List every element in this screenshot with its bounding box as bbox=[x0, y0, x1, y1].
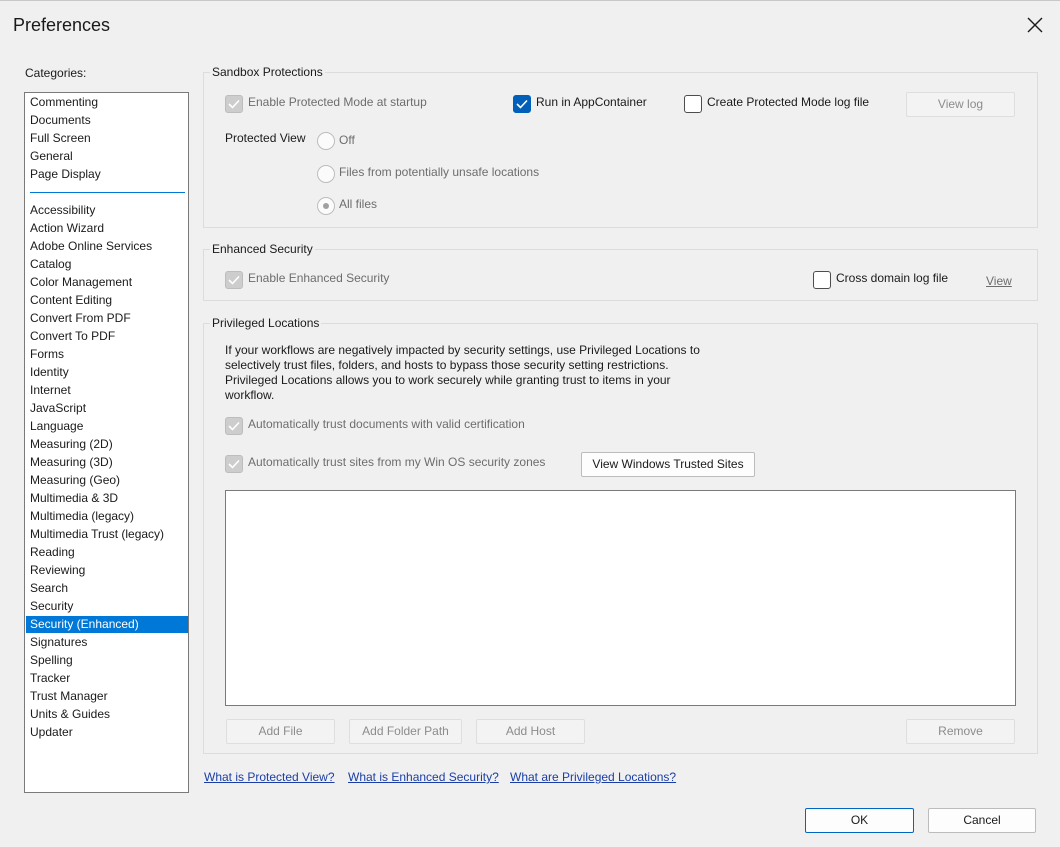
category-item[interactable]: Updater bbox=[26, 724, 188, 741]
privileged-description: If your workflows are negatively impacte… bbox=[225, 343, 705, 403]
checkmark-icon bbox=[228, 275, 240, 285]
category-item[interactable]: Accessibility bbox=[26, 202, 188, 219]
description-line: workflow. bbox=[225, 388, 275, 402]
categories-separator bbox=[30, 192, 185, 193]
category-item[interactable]: Measuring (2D) bbox=[26, 436, 188, 453]
add-folder-path-button[interactable]: Add Folder Path bbox=[349, 719, 462, 744]
cross-domain-log-label: Cross domain log file bbox=[836, 271, 949, 285]
category-item[interactable]: Tracker bbox=[26, 670, 188, 687]
category-item[interactable]: Convert To PDF bbox=[26, 328, 188, 345]
category-item[interactable]: Units & Guides bbox=[26, 706, 188, 723]
category-item[interactable]: Reading bbox=[26, 544, 188, 561]
enhanced-security-label: Enable Enhanced Security bbox=[248, 271, 390, 285]
ok-button[interactable]: OK bbox=[805, 808, 914, 833]
radio-unsafe-locations[interactable] bbox=[317, 165, 335, 183]
radio-all-files[interactable] bbox=[317, 197, 335, 215]
close-icon bbox=[1027, 17, 1043, 33]
trust-os-zones-label: Automatically trust sites from my Win OS… bbox=[248, 455, 546, 469]
dialog-title: Preferences bbox=[13, 15, 111, 35]
category-item[interactable]: Signatures bbox=[26, 634, 188, 651]
category-item[interactable]: Internet bbox=[26, 382, 188, 399]
category-item[interactable]: Multimedia (legacy) bbox=[26, 508, 188, 525]
category-item[interactable]: Multimedia & 3D bbox=[26, 490, 188, 507]
category-item[interactable]: Catalog bbox=[26, 256, 188, 273]
category-item[interactable]: JavaScript bbox=[26, 400, 188, 417]
category-item[interactable]: Content Editing bbox=[26, 292, 188, 309]
checkmark-icon bbox=[228, 459, 240, 469]
privileged-locations-list[interactable] bbox=[225, 490, 1016, 706]
category-item[interactable]: Multimedia Trust (legacy) bbox=[26, 526, 188, 543]
category-item[interactable]: Action Wizard bbox=[26, 220, 188, 237]
enhanced-security-title: Enhanced Security bbox=[210, 242, 315, 256]
view-log-button[interactable]: View log bbox=[906, 92, 1015, 117]
checkmark-icon bbox=[516, 99, 528, 109]
description-line: If your workflows are negatively impacte… bbox=[225, 343, 700, 357]
category-item[interactable]: Trust Manager bbox=[26, 688, 188, 705]
what-are-privileged-locations-link[interactable]: What are Privileged Locations? bbox=[510, 770, 676, 784]
category-item[interactable]: Full Screen bbox=[26, 130, 188, 147]
remove-button[interactable]: Remove bbox=[906, 719, 1015, 744]
description-line: selectively trust files, folders, and ho… bbox=[225, 358, 669, 372]
protected-mode-log-label: Create Protected Mode log file bbox=[707, 95, 870, 109]
category-item[interactable]: Forms bbox=[26, 346, 188, 363]
category-item[interactable]: Convert From PDF bbox=[26, 310, 188, 327]
categories-label: Categories: bbox=[25, 66, 87, 80]
radio-off[interactable] bbox=[317, 132, 335, 150]
title-bar: Preferences bbox=[0, 1, 1060, 47]
sandbox-protections-title: Sandbox Protections bbox=[210, 65, 325, 79]
category-item[interactable]: Color Management bbox=[26, 274, 188, 291]
category-item[interactable]: Security (Enhanced) bbox=[26, 616, 188, 633]
category-item[interactable]: Commenting bbox=[26, 94, 188, 111]
category-item[interactable]: Spelling bbox=[26, 652, 188, 669]
appcontainer-label: Run in AppContainer bbox=[536, 95, 647, 109]
view-cross-domain-log-link[interactable]: View bbox=[986, 274, 1012, 288]
protected-mode-checkbox[interactable] bbox=[225, 95, 243, 113]
checkmark-icon bbox=[228, 421, 240, 431]
view-windows-trusted-sites-button[interactable]: View Windows Trusted Sites bbox=[581, 452, 755, 477]
category-item[interactable]: General bbox=[26, 148, 188, 165]
cross-domain-log-checkbox[interactable] bbox=[813, 271, 831, 289]
radio-all-files-label: All files bbox=[339, 197, 378, 211]
description-line: Privileged Locations allows you to work … bbox=[225, 373, 671, 387]
protected-mode-label: Enable Protected Mode at startup bbox=[248, 95, 427, 109]
radio-off-label: Off bbox=[339, 133, 355, 147]
protected-mode-log-checkbox[interactable] bbox=[684, 95, 702, 113]
radio-selected-dot bbox=[323, 203, 329, 209]
preferences-dialog: Preferences Categories: Commenting Docume… bbox=[0, 0, 1060, 847]
category-item[interactable]: Measuring (3D) bbox=[26, 454, 188, 471]
cancel-button[interactable]: Cancel bbox=[928, 808, 1036, 833]
privileged-locations-title: Privileged Locations bbox=[210, 316, 322, 330]
category-item[interactable]: Reviewing bbox=[26, 562, 188, 579]
category-item[interactable]: Adobe Online Services bbox=[26, 238, 188, 255]
category-item[interactable]: Language bbox=[26, 418, 188, 435]
radio-unsafe-locations-label: Files from potentially unsafe locations bbox=[339, 165, 540, 179]
add-host-button[interactable]: Add Host bbox=[476, 719, 585, 744]
what-is-protected-view-link[interactable]: What is Protected View? bbox=[204, 770, 335, 784]
appcontainer-checkbox[interactable] bbox=[513, 95, 531, 113]
categories-list[interactable]: Commenting Documents Full Screen General Pag… bbox=[24, 92, 189, 793]
checkmark-icon bbox=[228, 99, 240, 109]
trust-certified-docs-checkbox[interactable] bbox=[225, 417, 243, 435]
close-button[interactable] bbox=[1013, 5, 1057, 45]
category-item[interactable]: Identity bbox=[26, 364, 188, 381]
category-item[interactable]: Security bbox=[26, 598, 188, 615]
add-file-button[interactable]: Add File bbox=[226, 719, 335, 744]
category-item[interactable]: Page Display bbox=[26, 166, 188, 183]
trust-os-zones-checkbox[interactable] bbox=[225, 455, 243, 473]
category-item[interactable]: Search bbox=[26, 580, 188, 597]
enhanced-security-checkbox[interactable] bbox=[225, 271, 243, 289]
category-item[interactable]: Measuring (Geo) bbox=[26, 472, 188, 489]
protected-view-label: Protected View bbox=[225, 131, 306, 145]
category-item[interactable]: Documents bbox=[26, 112, 188, 129]
trust-certified-docs-label: Automatically trust documents with valid… bbox=[248, 417, 525, 431]
what-is-enhanced-security-link[interactable]: What is Enhanced Security? bbox=[348, 770, 499, 784]
